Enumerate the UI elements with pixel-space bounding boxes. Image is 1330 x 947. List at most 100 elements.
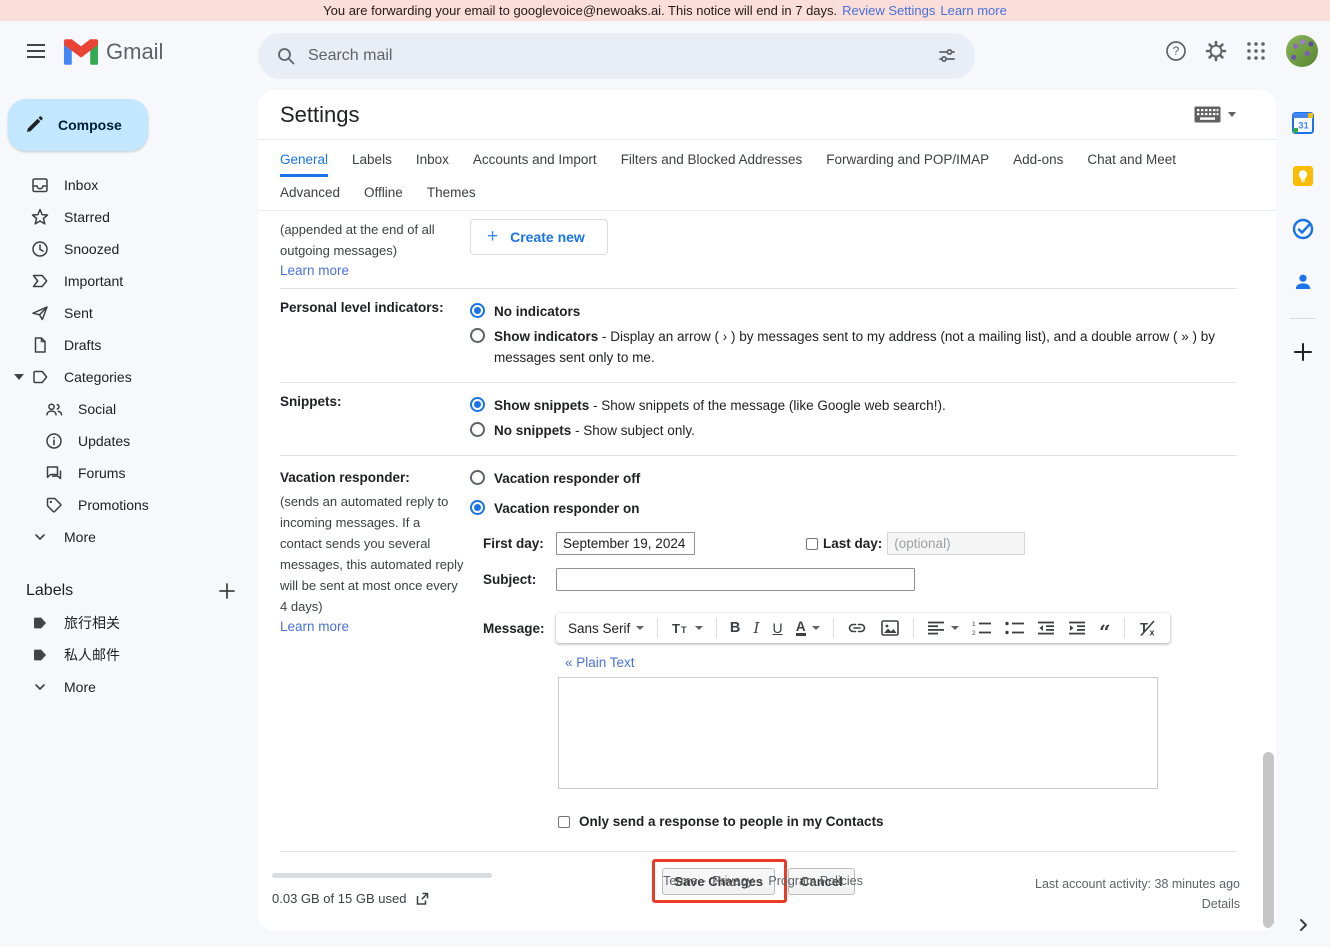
add-label-icon[interactable] — [218, 582, 236, 600]
radio-selected-icon[interactable] — [470, 500, 485, 515]
search-bar[interactable] — [258, 33, 975, 79]
align-button[interactable] — [927, 621, 959, 635]
indent-more-icon — [1068, 621, 1086, 635]
snippets-label: Snippets: — [280, 392, 470, 445]
sidebar-item-more[interactable]: More — [0, 521, 258, 553]
font-name-selector[interactable]: Sans Serif — [568, 621, 644, 636]
contacts-only-checkbox[interactable] — [558, 816, 570, 828]
radio-selected-icon[interactable] — [470, 397, 485, 412]
radio-vacation-off[interactable]: Vacation responder off — [470, 468, 1237, 489]
insert-link-button[interactable] — [847, 618, 867, 638]
sidebar-label-personal[interactable]: 私人邮件 — [0, 639, 258, 671]
sidebar-item-label: Snoozed — [64, 241, 119, 257]
sidebar-item-sent[interactable]: Sent — [0, 297, 258, 329]
tab-labels[interactable]: Labels — [352, 152, 392, 177]
plain-text-toggle[interactable]: « Plain Text — [565, 655, 1176, 670]
keep-panel-button[interactable] — [1283, 156, 1323, 196]
vertical-scrollbar[interactable] — [1263, 752, 1274, 928]
radio-icon[interactable] — [470, 328, 485, 343]
sidebar-item-categories[interactable]: Categories — [0, 361, 258, 393]
search-button[interactable] — [266, 36, 306, 76]
search-options-button[interactable] — [927, 36, 967, 76]
sidebar-item-forums[interactable]: Forums — [0, 457, 258, 489]
radio-show-indicators[interactable]: Show indicators - Display an arrow ( › )… — [470, 326, 1237, 368]
last-day-checkbox[interactable] — [806, 538, 818, 550]
radio-no-snippets[interactable]: No snippets - Show subject only. — [470, 420, 1237, 441]
tab-filters[interactable]: Filters and Blocked Addresses — [621, 152, 803, 177]
tasks-panel-button[interactable] — [1283, 209, 1323, 249]
program-policies-link[interactable]: Program Policies — [768, 874, 862, 888]
text-color-button[interactable]: A — [796, 620, 820, 636]
main-menu-button[interactable] — [16, 31, 56, 71]
radio-selected-icon[interactable] — [470, 303, 485, 318]
tab-forwarding[interactable]: Forwarding and POP/IMAP — [826, 152, 989, 177]
font-size-button[interactable]: T T — [672, 621, 703, 635]
insert-image-button[interactable] — [880, 619, 900, 637]
hide-side-panel-button[interactable] — [1295, 917, 1311, 933]
underline-button[interactable]: U — [773, 620, 783, 636]
sidebar-labels-more[interactable]: More — [0, 671, 258, 703]
settings-button[interactable] — [1196, 31, 1236, 71]
tab-addons[interactable]: Add-ons — [1013, 152, 1063, 177]
contacts-panel-button[interactable] — [1283, 262, 1323, 302]
sidebar-item-promotions[interactable]: Promotions — [0, 489, 258, 521]
account-avatar[interactable] — [1286, 35, 1318, 67]
calendar-panel-button[interactable]: 31 — [1283, 103, 1323, 143]
sidebar-item-label: Drafts — [64, 337, 101, 353]
last-day-input[interactable] — [887, 532, 1025, 555]
sidebar-item-label: Categories — [64, 369, 132, 385]
sidebar-item-important[interactable]: Important — [0, 265, 258, 297]
create-signature-button[interactable]: + Create new — [470, 219, 608, 255]
activity-details-link[interactable]: Details — [1202, 897, 1240, 911]
indent-less-button[interactable] — [1037, 621, 1055, 635]
compose-button[interactable]: Compose — [8, 99, 148, 151]
remove-formatting-button[interactable]: T x — [1138, 619, 1158, 637]
numbered-list-button[interactable]: 1 2 — [972, 620, 991, 636]
open-in-new-icon[interactable] — [415, 892, 429, 906]
vacation-learn-more-link[interactable]: Learn more — [280, 619, 349, 634]
sidebar-item-inbox[interactable]: Inbox — [0, 169, 258, 201]
search-input[interactable] — [306, 46, 927, 66]
tab-advanced[interactable]: Advanced — [280, 185, 340, 210]
radio-vacation-on[interactable]: Vacation responder on — [470, 498, 1237, 519]
italic-button[interactable]: I — [753, 619, 759, 637]
review-settings-link[interactable]: Review Settings — [842, 3, 935, 18]
tab-offline[interactable]: Offline — [364, 185, 403, 210]
signature-learn-more-link[interactable]: Learn more — [280, 263, 349, 278]
support-button[interactable]: ? — [1156, 31, 1196, 71]
collapse-arrow-icon[interactable] — [14, 374, 24, 380]
terms-link[interactable]: Terms — [663, 874, 697, 888]
bulleted-list-button[interactable] — [1005, 620, 1024, 636]
plus-icon: + — [487, 226, 498, 248]
tab-themes[interactable]: Themes — [427, 185, 476, 210]
toolbar-divider — [657, 618, 658, 638]
get-addons-button[interactable] — [1283, 332, 1323, 372]
sidebar-item-social[interactable]: Social — [0, 393, 258, 425]
privacy-link[interactable]: Privacy — [712, 874, 753, 888]
sidebar-item-drafts[interactable]: Drafts — [0, 329, 258, 361]
indent-more-button[interactable] — [1068, 621, 1086, 635]
sidebar-item-updates[interactable]: Updates — [0, 425, 258, 457]
sidebar-label-travel[interactable]: 旅行相关 — [0, 607, 258, 639]
radio-icon[interactable] — [470, 470, 485, 485]
sidebar-item-starred[interactable]: Starred — [0, 201, 258, 233]
google-apps-button[interactable] — [1236, 31, 1276, 71]
tab-accounts-and-import[interactable]: Accounts and Import — [473, 152, 597, 177]
tab-chat-and-meet[interactable]: Chat and Meet — [1087, 152, 1176, 177]
subject-input[interactable] — [556, 568, 915, 591]
contacts-only-row[interactable]: Only send a response to people in my Con… — [558, 814, 1237, 829]
input-method-selector[interactable] — [1194, 106, 1236, 123]
tab-general[interactable]: General — [280, 152, 328, 177]
radio-show-snippets[interactable]: Show snippets - Show snippets of the mes… — [470, 395, 1237, 416]
star-icon — [30, 207, 50, 227]
banner-learn-more-link[interactable]: Learn more — [940, 3, 1006, 18]
gmail-logo[interactable]: Gmail — [64, 39, 163, 65]
vacation-message-textarea[interactable] — [558, 677, 1158, 789]
tab-inbox[interactable]: Inbox — [416, 152, 449, 177]
bold-button[interactable]: B — [730, 620, 740, 636]
first-day-input[interactable] — [556, 532, 695, 555]
radio-no-indicators[interactable]: No indicators — [470, 301, 1237, 322]
quote-button[interactable]: “ — [1099, 619, 1111, 637]
sidebar-item-snoozed[interactable]: Snoozed — [0, 233, 258, 265]
radio-icon[interactable] — [470, 422, 485, 437]
